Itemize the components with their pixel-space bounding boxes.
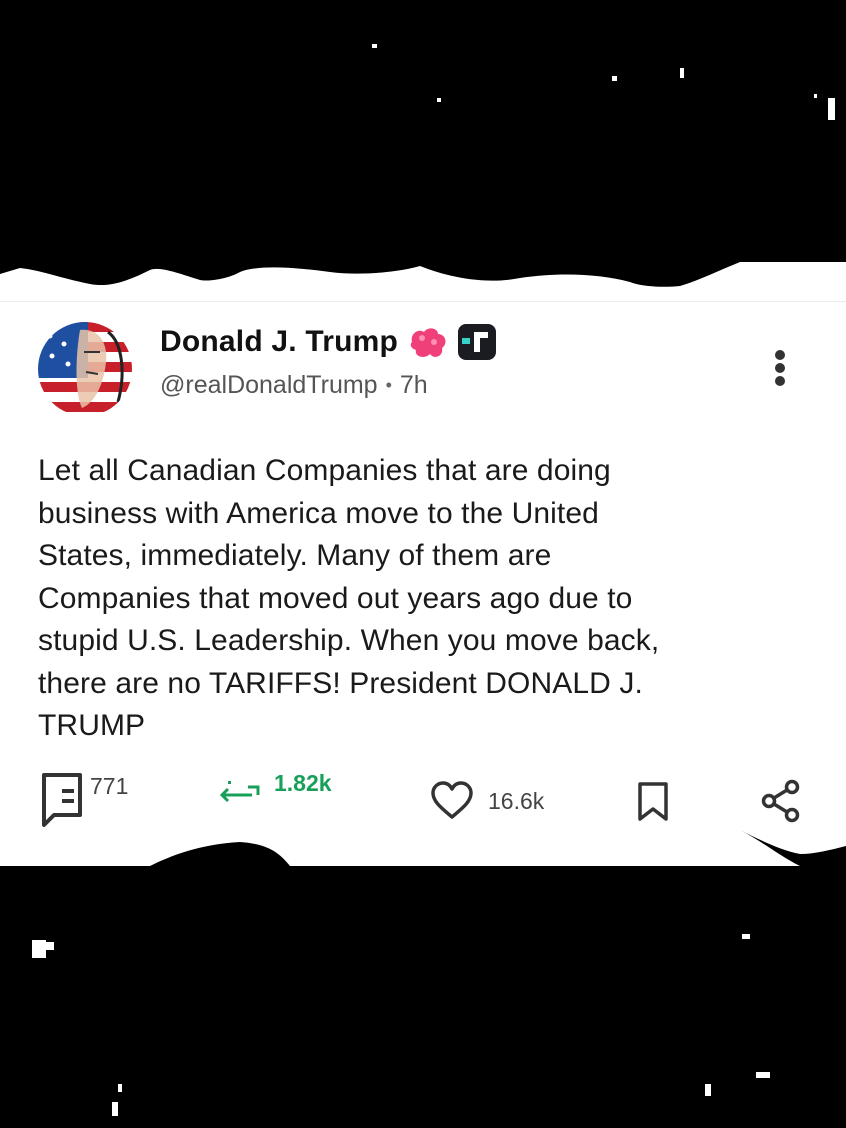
more-options-button[interactable] [770,348,790,388]
bookmark-button[interactable] [636,781,670,823]
more-dot [775,363,785,373]
retruth-button[interactable]: 1.82k [218,770,332,805]
handle-row: @realDonaldTrump • 7h [160,371,428,400]
author-name[interactable]: Donald J. Trump [160,325,398,359]
post-card: Donald J. Trump @realDonaldTrump • 7h Le… [0,260,846,866]
header-divider [0,301,846,302]
retruth-count: 1.82k [274,769,332,796]
more-dot [775,376,785,386]
avatar[interactable] [38,322,132,416]
reply-icon [42,773,82,827]
post-line: TRUMP [38,709,146,742]
avatar-flag-icon [38,322,132,416]
author-row: Donald J. Trump [160,322,498,362]
reply-count: 771 [90,772,129,799]
separator: • [385,375,392,395]
torn-edge-top [0,260,846,287]
share-button[interactable] [760,779,802,823]
reply-button[interactable]: 771 [40,771,128,829]
like-button[interactable]: 16.6k [430,781,544,821]
black-background-top [0,0,846,260]
post-line: business with America move to the United [38,496,599,530]
like-count: 16.6k [488,787,545,814]
post-line: stupid U.S. Leadership. When you move ba… [38,624,660,657]
post-line: Companies that moved out years ago due t… [38,581,633,615]
black-background-bottom [0,866,846,1128]
post-time[interactable]: 7h [400,371,428,400]
app-badge-icon [458,324,497,360]
retruth-icon [219,781,260,803]
bookmark-icon [638,782,668,821]
post-line: States, immediately. Many of them are [38,539,552,572]
more-vertical-icon [775,350,785,360]
post-line: Let all Canadian Companies that are doin… [38,454,611,487]
post-line: there are no TARIFFS! President DONALD J… [38,666,643,700]
torn-edge-bottom [150,830,846,866]
pink-badge-icon [410,328,446,357]
share-icon [761,779,800,823]
like-heart-icon [431,781,473,819]
post-body: Let all Canadian Companies that are doin… [38,450,818,748]
author-handle[interactable]: @realDonaldTrump [160,371,378,400]
